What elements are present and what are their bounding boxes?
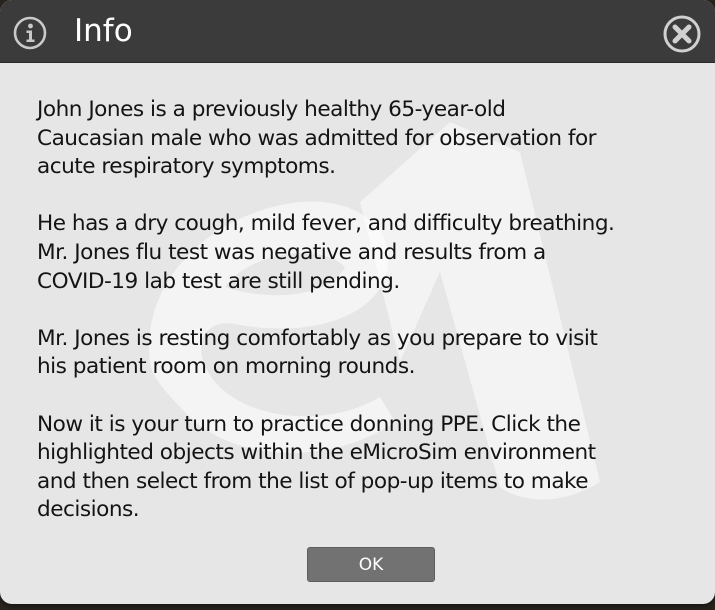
ok-button[interactable]: OK xyxy=(307,547,435,582)
dialog-titlebar: Info xyxy=(0,0,715,63)
message-paragraph: Now it is your turn to practice donning … xyxy=(37,411,596,523)
close-x-circle-icon xyxy=(663,15,701,53)
dialog-title: Info xyxy=(74,13,133,49)
close-button[interactable] xyxy=(662,14,702,54)
info-dialog: Info John Jones is a previously healthy … xyxy=(0,0,715,604)
info-icon xyxy=(13,16,47,50)
message-paragraph: John Jones is a previously healthy 65-ye… xyxy=(37,97,597,180)
message-paragraph: He has a dry cough, mild fever, and diff… xyxy=(37,211,615,294)
dialog-message: John Jones is a previously healthy 65-ye… xyxy=(37,96,685,554)
message-paragraph: Mr. Jones is resting comfortably as you … xyxy=(37,325,598,380)
